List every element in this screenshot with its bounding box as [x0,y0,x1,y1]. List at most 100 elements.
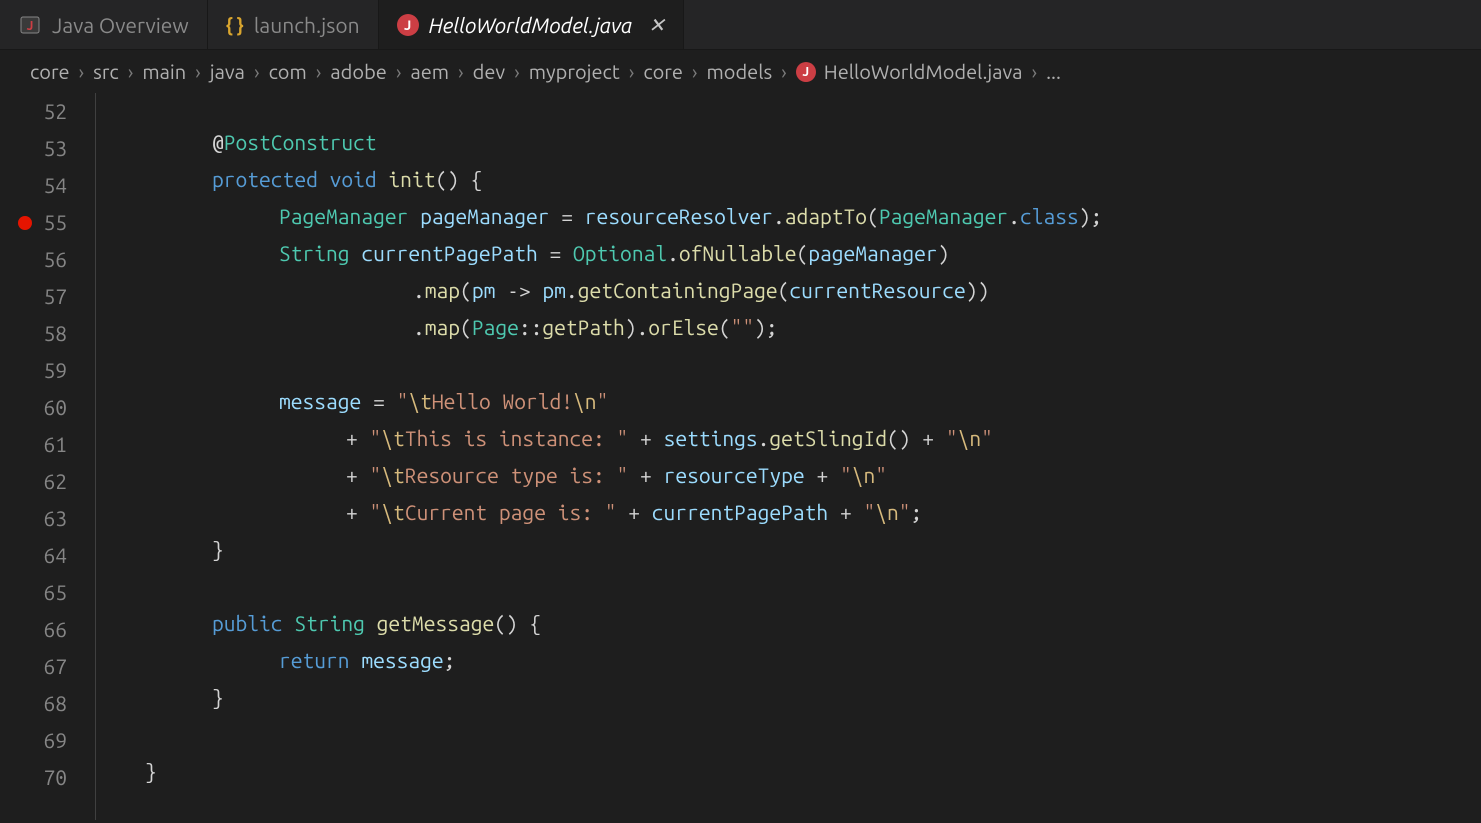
code-token: } [145,759,157,783]
code-token: + [805,463,840,487]
code-token [408,204,420,228]
line-number[interactable]: 52 [0,93,67,130]
code-token: } [212,685,224,709]
code-line[interactable]: protected void init() { [145,167,1481,204]
code-line[interactable]: return message; [145,648,1481,685]
line-number-gutter[interactable]: 52535455565758596061626364656667686970 [0,93,95,820]
chevron-right-icon: › [128,60,134,83]
crumb[interactable]: main [142,60,186,83]
line-number[interactable]: 53 [0,130,67,167]
crumb[interactable]: java [210,60,245,83]
chevron-right-icon: › [458,60,464,83]
code-token: " [946,426,958,450]
code-token: message [361,648,443,672]
line-number[interactable]: 70 [0,759,67,796]
line-number[interactable]: 60 [0,389,67,426]
code-token: } [212,537,224,561]
code-line[interactable]: + "\tThis is instance: " + settings.getS… [145,426,1481,463]
crumb[interactable]: models [707,60,773,83]
code-token: pageManager [808,241,937,265]
code-token: currentResource [789,278,965,302]
code-token: :: [519,315,543,339]
code-token: ); [754,315,778,339]
code-line[interactable] [145,722,1481,759]
line-number[interactable]: 56 [0,241,67,278]
code-token: \t [381,500,405,524]
breakpoint-icon[interactable] [18,216,32,230]
crumb[interactable]: com [269,60,307,83]
code-line[interactable]: public String getMessage() { [145,611,1481,648]
code-token: PageManager [879,204,1008,228]
code-line[interactable]: @PostConstruct [145,130,1481,167]
code-line[interactable]: } [145,685,1481,722]
line-number[interactable]: 54 [0,167,67,204]
code-token [377,167,389,191]
line-number[interactable]: 66 [0,611,67,648]
code-token: Hello World! [432,389,573,413]
line-number[interactable]: 64 [0,537,67,574]
code-token: resourceResolver [585,204,773,228]
code-token: + [346,500,370,524]
code-line[interactable]: PageManager pageManager = resourceResolv… [145,204,1481,241]
code-token: () + [887,426,946,450]
code-line[interactable] [145,574,1481,611]
chevron-right-icon: › [514,60,520,83]
crumb[interactable]: core [643,60,683,83]
code-token: ); [1079,204,1103,228]
close-icon[interactable]: ✕ [648,13,665,37]
line-number[interactable]: 55 [0,204,67,241]
line-number[interactable]: 62 [0,463,67,500]
line-number[interactable]: 58 [0,315,67,352]
code-token: getContainingPage [578,278,778,302]
line-number[interactable]: 63 [0,500,67,537]
code-token: orElse [648,315,719,339]
code-token: PageManager [279,204,408,228]
code-area[interactable]: @PostConstructprotected void init() {Pag… [95,93,1481,820]
code-line[interactable] [145,93,1481,130]
crumb-more[interactable]: ... [1046,60,1061,83]
chevron-right-icon: › [79,60,85,83]
crumb[interactable]: dev [473,60,506,83]
code-line[interactable] [145,352,1481,389]
tab-launch-json[interactable]: { } launch.json [208,0,379,49]
code-line[interactable]: .map(Page::getPath).orElse(""); [145,315,1481,352]
crumb[interactable]: myproject [529,60,620,83]
code-token: + [617,500,652,524]
code-token: ; [444,648,456,672]
crumb[interactable]: src [93,60,119,83]
code-token: " [370,426,382,450]
json-icon: { } [226,14,244,36]
line-number[interactable]: 69 [0,722,67,759]
line-number[interactable]: 65 [0,574,67,611]
code-token: currentPagePath [361,241,537,265]
tab-java-overview[interactable]: J Java Overview [0,0,208,49]
code-line[interactable]: String currentPagePath = Optional.ofNull… [145,241,1481,278]
line-number[interactable]: 57 [0,278,67,315]
code-line[interactable]: message = "\tHello World!\n" [145,389,1481,426]
chevron-right-icon: › [396,60,402,83]
crumb-file[interactable]: J HelloWorldModel.java [796,60,1023,83]
chevron-right-icon: › [1032,60,1038,83]
code-token: ). [625,315,649,339]
chevron-right-icon: › [195,60,201,83]
line-number[interactable]: 59 [0,352,67,389]
code-token: "" [731,315,755,339]
crumb[interactable]: core [30,60,70,83]
code-token: ofNullable [679,241,797,265]
line-number[interactable]: 68 [0,685,67,722]
code-line[interactable]: + "\tCurrent page is: " + currentPagePat… [145,500,1481,537]
line-number[interactable]: 61 [0,426,67,463]
java-file-icon: J [397,14,419,36]
crumb[interactable]: aem [410,60,449,83]
code-line[interactable]: } [145,759,1481,796]
code-line[interactable]: + "\tResource type is: " + resourceType … [145,463,1481,500]
code-line[interactable]: } [145,537,1481,574]
code-line[interactable]: .map(pm -> pm.getContainingPage(currentR… [145,278,1481,315]
code-token: \n [573,389,597,413]
code-token: + [346,426,370,450]
crumb[interactable]: adobe [330,60,386,83]
line-number[interactable]: 67 [0,648,67,685]
code-token: " [617,426,629,450]
tab-helloworldmodel[interactable]: J HelloWorldModel.java ✕ [379,0,684,49]
code-editor[interactable]: 52535455565758596061626364656667686970 @… [0,93,1481,820]
